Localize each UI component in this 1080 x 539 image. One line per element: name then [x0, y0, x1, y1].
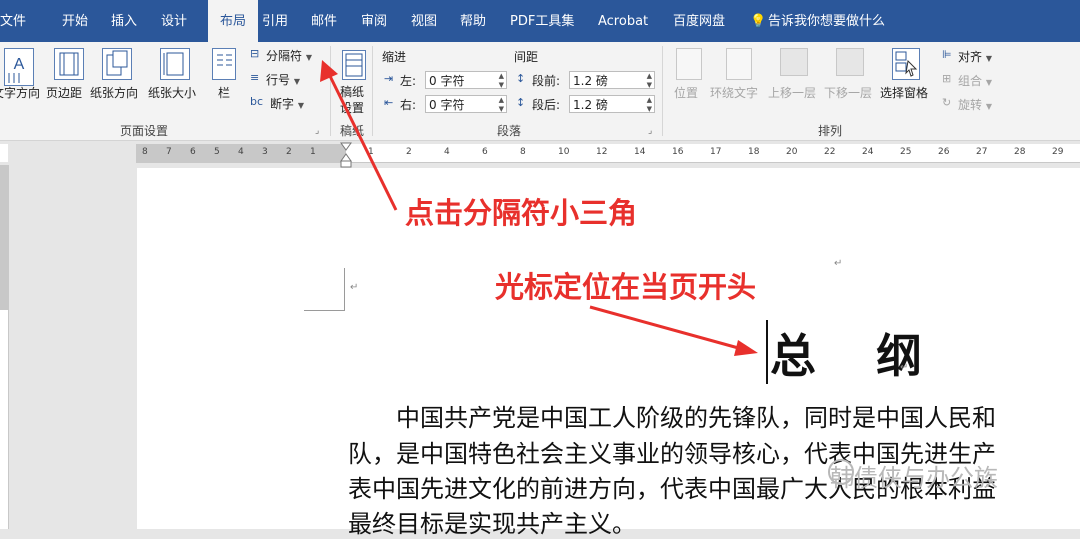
- arrow-to-cursor-head: [734, 340, 758, 356]
- arrow-to-breaks-head: [320, 60, 338, 82]
- arrow-to-cursor: [589, 305, 743, 351]
- callout-breaks: 点击分隔符小三角: [405, 196, 638, 230]
- callout-cursor: 光标定位在当页开头: [495, 270, 757, 304]
- arrow-to-breaks: [326, 71, 398, 211]
